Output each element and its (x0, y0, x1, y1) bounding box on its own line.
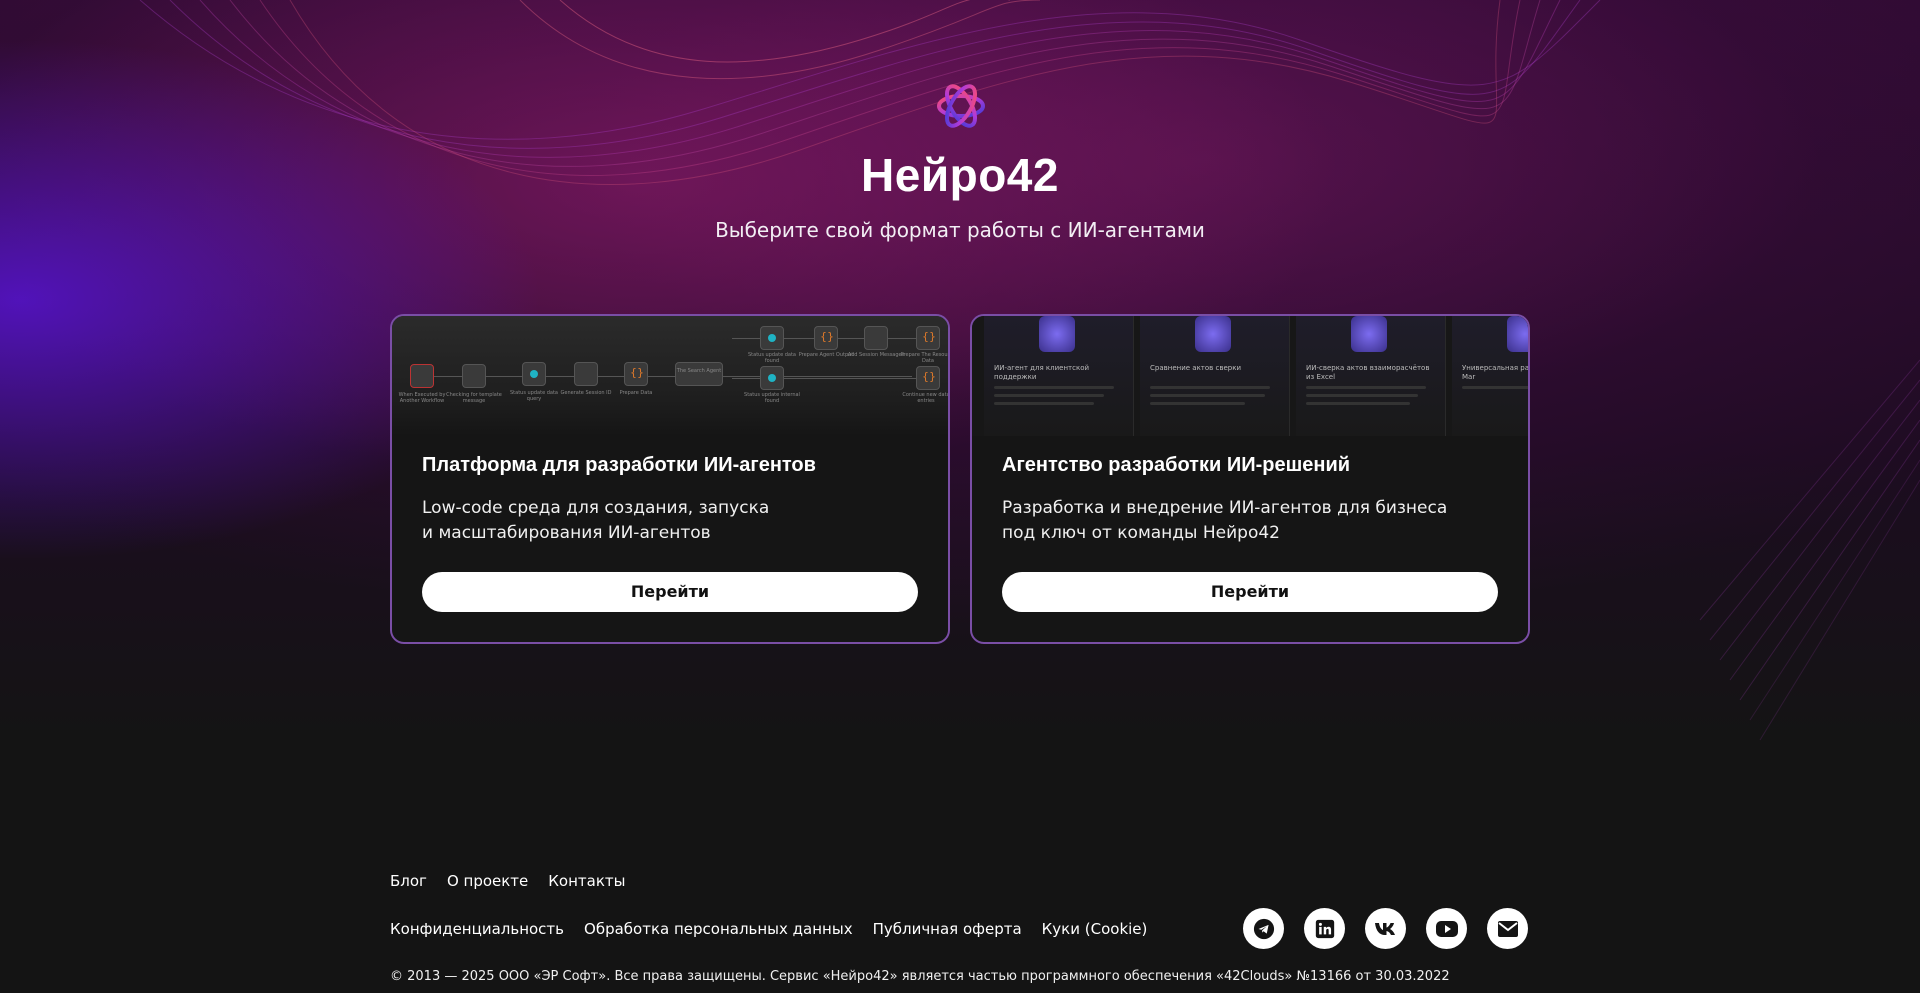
workflow-node-label: Status update data query (510, 390, 558, 402)
workflow-node (916, 326, 940, 350)
linkedin-button[interactable] (1304, 908, 1345, 949)
solutions-preview-image: ИИ-агент для клиентской поддержки Сравне… (972, 316, 1528, 436)
footer-nav: Блог О проекте Контакты (390, 872, 626, 890)
agency-card-description: Разработка и внедрение ИИ-агентов для би… (1002, 496, 1502, 546)
workflow-node-label: When Executed by Another Workflow (398, 392, 446, 404)
telegram-button[interactable] (1243, 908, 1284, 949)
footer-link-about[interactable]: О проекте (447, 872, 528, 890)
solution-tile-title: ИИ-сверка актов взаиморасчётов из Excel (1306, 364, 1430, 381)
workflow-node-label: Continue new data entries (902, 392, 948, 404)
youtube-icon (1435, 920, 1458, 937)
solution-tile: Универсальная ра документов в Mar (1452, 316, 1528, 436)
copyright-text: © 2013 — 2025 ООО «ЭР Софт». Все права з… (390, 969, 1450, 984)
footer-link-offer[interactable]: Публичная оферта (873, 920, 1022, 938)
page-subtitle: Выберите свой формат работы с ИИ-агентам… (715, 218, 1205, 242)
platform-go-button[interactable]: Перейти (422, 572, 918, 612)
footer-link-contacts[interactable]: Контакты (548, 872, 625, 890)
agency-card-desc-line: Разработка и внедрение ИИ-агентов для би… (1002, 498, 1448, 518)
workflow-node (760, 366, 784, 390)
workflow-node-label: Status update data found (748, 352, 796, 364)
workflow-node (760, 326, 784, 350)
workflow-node-label: The Search Agent (676, 368, 722, 374)
footer-link-privacy[interactable]: Конфиденциальность (390, 920, 564, 938)
linkedin-icon (1315, 919, 1334, 938)
mail-button[interactable] (1487, 908, 1528, 949)
footer-link-personal-data[interactable]: Обработка персональных данных (584, 920, 853, 938)
solution-tile: ИИ-агент для клиентской поддержки (984, 316, 1134, 436)
solution-tile: Сравнение актов сверки (1140, 316, 1290, 436)
platform-card-title: Платформа для разработки ИИ-агентов (422, 454, 816, 476)
solution-tile-icon (1195, 316, 1231, 352)
social-links (1243, 908, 1528, 949)
workflow-node (916, 366, 940, 390)
platform-card-description: Low-code среда для создания, запуска и м… (422, 496, 922, 546)
vk-icon (1374, 922, 1395, 935)
page-title: Нейро42 (861, 149, 1059, 201)
workflow-node-label: Prepare The Resource Data (900, 352, 948, 364)
workflow-node-label: Prepare Data (619, 390, 653, 396)
solution-tile-title: ИИ-агент для клиентской поддержки (994, 364, 1090, 381)
workflow-node (522, 362, 546, 386)
agency-card[interactable]: ИИ-агент для клиентской поддержки Сравне… (970, 314, 1530, 644)
workflow-node (624, 362, 648, 386)
footer-legal-links: Конфиденциальность Обработка персональны… (390, 920, 1147, 938)
workflow-node-label: Status update internal found (744, 392, 800, 404)
workflow-preview-image: When Executed by Another Workflow Checki… (392, 316, 948, 436)
solution-tile-icon (1351, 316, 1387, 352)
workflow-node (462, 364, 486, 388)
workflow-node (574, 362, 598, 386)
workflow-node-label: Add Session Messages (847, 352, 905, 358)
solution-tile: ИИ-сверка актов взаиморасчётов из Excel (1296, 316, 1446, 436)
solution-tile-title: Универсальная ра документов в Mar (1462, 364, 1528, 381)
footer-link-blog[interactable]: Блог (390, 872, 427, 890)
youtube-button[interactable] (1426, 908, 1467, 949)
agency-card-desc-line: под ключ от команды Нейро42 (1002, 523, 1280, 543)
workflow-node (864, 326, 888, 350)
platform-card-desc-line: и масштабирования ИИ-агентов (422, 523, 711, 543)
agency-go-button[interactable]: Перейти (1002, 572, 1498, 612)
solution-tile-icon (1507, 316, 1528, 352)
workflow-node (675, 362, 723, 386)
solution-tile-title: Сравнение актов сверки (1150, 364, 1242, 372)
telegram-icon (1253, 918, 1274, 939)
solution-tile-icon (1039, 316, 1075, 352)
platform-card[interactable]: When Executed by Another Workflow Checki… (390, 314, 950, 644)
nejro42-logo-icon (937, 84, 985, 128)
platform-card-desc-line: Low-code среда для создания, запуска (422, 498, 770, 518)
mail-icon (1497, 920, 1518, 937)
vk-button[interactable] (1365, 908, 1406, 949)
workflow-node (814, 326, 838, 350)
footer-link-cookies[interactable]: Куки (Cookie) (1042, 920, 1148, 938)
agency-card-title: Агентство разработки ИИ-решений (1002, 454, 1351, 476)
workflow-node-label: Checking for template message (446, 392, 502, 404)
workflow-node (410, 364, 434, 388)
